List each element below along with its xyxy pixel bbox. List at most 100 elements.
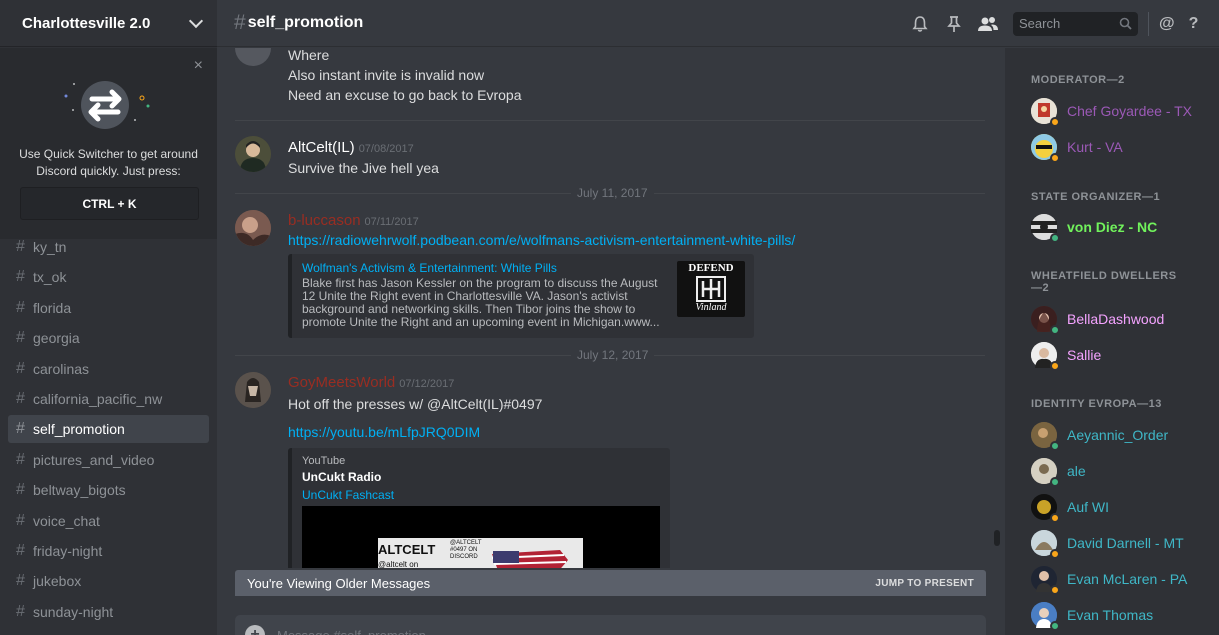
member-item[interactable]: Chef Goyardee - TX [1031, 95, 1217, 127]
scrollbar-thumb[interactable] [994, 530, 1000, 546]
shortcut-key-button[interactable]: CTRL + K [20, 187, 199, 220]
help-icon[interactable]: ? [1189, 15, 1199, 33]
message-text: Survive the Jive hell yea [288, 160, 439, 176]
search-input[interactable] [1019, 16, 1119, 31]
channel-label: self_promotion [33, 421, 125, 438]
chevron-down-icon[interactable] [188, 13, 204, 28]
member-item[interactable]: ale [1031, 455, 1217, 487]
channel-tx_ok[interactable]: # tx_ok [8, 263, 209, 291]
members-icon[interactable] [975, 11, 1001, 37]
channel-label: voice_chat [33, 512, 100, 529]
channel-beltway_bigots[interactable]: # beltway_bigots [8, 476, 209, 504]
message-input[interactable] [277, 627, 976, 635]
hash-icon: # [16, 359, 25, 377]
channel-label: tx_ok [33, 269, 67, 286]
channel-voice_chat[interactable]: # voice_chat [8, 507, 209, 535]
hash-icon: # [16, 238, 25, 255]
message-link[interactable]: https://radiowehrwolf.podbean.com/e/wolf… [288, 232, 795, 248]
message-author[interactable]: AltCelt(IL) [288, 139, 355, 156]
role-header-state-organizer: STATE ORGANIZER—1 [1031, 191, 1161, 203]
member-item[interactable]: BellaDashwood [1031, 303, 1217, 335]
channel-friday-night[interactable]: # friday-night [8, 537, 209, 565]
member-name: Kurt - VA [1067, 139, 1123, 155]
status-online-icon [1050, 233, 1060, 243]
channel-self_promotion[interactable]: # self_promotion [8, 415, 209, 444]
avatar [1031, 98, 1060, 127]
status-online-icon [1050, 441, 1060, 451]
channel-header: # self_promotion @ ? [217, 0, 1219, 47]
role-header-moderator: MODERATOR—2 [1031, 74, 1125, 86]
member-item[interactable]: Aeyannic_Order [1031, 419, 1217, 451]
member-name: Chef Goyardee - TX [1067, 103, 1193, 119]
embed-title[interactable]: Wolfman's Activism & Entertainment: Whit… [302, 261, 657, 275]
thumbnail-text: @altcelt on [378, 560, 419, 568]
mention-icon[interactable]: @ [1159, 15, 1175, 33]
bell-icon[interactable] [907, 11, 933, 37]
channel-california_pacific_nw[interactable]: # california_pacific_nw [8, 385, 209, 413]
status-idle-icon [1050, 585, 1060, 595]
avatar[interactable] [235, 136, 271, 172]
pin-icon[interactable] [941, 11, 967, 37]
message-author[interactable]: b-luccason [288, 212, 361, 229]
channel-sunday-night[interactable]: # sunday-night [8, 598, 209, 626]
emblem-icon [696, 276, 726, 302]
jump-to-present-button[interactable]: JUMP TO PRESENT [875, 578, 974, 589]
avatar[interactable] [235, 372, 271, 408]
status-online-icon [1050, 621, 1060, 631]
channel-label: california_pacific_nw [33, 390, 163, 407]
message-link[interactable]: https://youtu.be/mLfpJRQ0DIM [288, 424, 542, 440]
channel-label: georgia [33, 330, 80, 347]
embed-channel[interactable]: UnCukt Fashcast [302, 488, 394, 502]
channel-jukebox[interactable]: # jukebox [8, 567, 209, 595]
thumbnail-banner: ALTCELT @altcelt on @ALTCELT #0497 ON DI… [378, 538, 583, 568]
message-timestamp: 07/08/2017 [358, 143, 414, 155]
member-item[interactable]: Evan McLaren - PA [1031, 563, 1217, 595]
avatar[interactable] [235, 210, 271, 246]
message-list: Where Also instant invite is invalid now… [217, 48, 999, 568]
hash-icon: # [16, 450, 25, 468]
member-name: Evan Thomas [1067, 607, 1154, 623]
embed-title[interactable]: UnCukt Radio [302, 470, 381, 484]
member-item[interactable]: Sallie [1031, 339, 1217, 371]
channel-florida[interactable]: # florida [8, 294, 209, 322]
guild-header[interactable]: Charlottesville 2.0 [0, 0, 217, 47]
member-item[interactable]: von Diez - NC [1031, 211, 1217, 243]
embed-thumbnail[interactable]: DEFEND Vinland [677, 261, 745, 317]
member-name: Sallie [1067, 347, 1102, 363]
hash-icon: # [16, 511, 25, 529]
channel-carolinas[interactable]: # carolinas [8, 355, 209, 383]
member-list: MODERATOR—2 Chef Goyardee - TX Kurt - VA… [1005, 48, 1219, 635]
search-icon [1119, 17, 1132, 30]
message-scrollbar[interactable] [992, 48, 1000, 568]
channel-georgia[interactable]: # georgia [8, 324, 209, 352]
hash-icon: # [16, 268, 25, 286]
member-name: Evan McLaren - PA [1067, 571, 1188, 587]
channel-pictures_and_video[interactable]: # pictures_and_video [8, 446, 209, 474]
search-box[interactable] [1013, 11, 1138, 36]
member-item[interactable]: Evan Thomas [1031, 599, 1217, 631]
video-thumbnail[interactable]: ALTCELT @altcelt on @ALTCELT #0497 ON DI… [302, 506, 660, 568]
member-item[interactable]: Kurt - VA [1031, 131, 1217, 163]
hash-icon: # [16, 481, 25, 499]
channel-ky_tn[interactable]: # ky_tn [8, 233, 209, 261]
channel-sidebar: Charlottesville 2.0 × Use Quick Switcher… [0, 0, 217, 635]
thumbnail-text: Vinland [695, 302, 727, 313]
hash-icon: # [16, 572, 25, 590]
close-icon[interactable]: × [194, 58, 203, 74]
status-idle-icon [1050, 153, 1060, 163]
avatar[interactable] [235, 48, 271, 66]
avatar [1031, 494, 1060, 523]
avatar [1031, 530, 1060, 559]
status-online-icon [1050, 477, 1060, 487]
date-label: July 11, 2017 [571, 186, 654, 200]
embed-provider: YouTube [302, 455, 346, 467]
channel-label: ky_tn [33, 239, 67, 255]
avatar [1031, 306, 1060, 335]
member-item[interactable]: David Darnell - MT [1031, 527, 1217, 559]
message-author[interactable]: GoyMeetsWorld [288, 374, 395, 391]
link-embed: Wolfman's Activism & Entertainment: Whit… [288, 254, 754, 338]
status-online-icon [1050, 325, 1060, 335]
add-attachment-button[interactable]: + [245, 625, 265, 635]
message-timestamp: 07/12/2017 [399, 378, 455, 390]
member-item[interactable]: Auf WI [1031, 491, 1217, 523]
